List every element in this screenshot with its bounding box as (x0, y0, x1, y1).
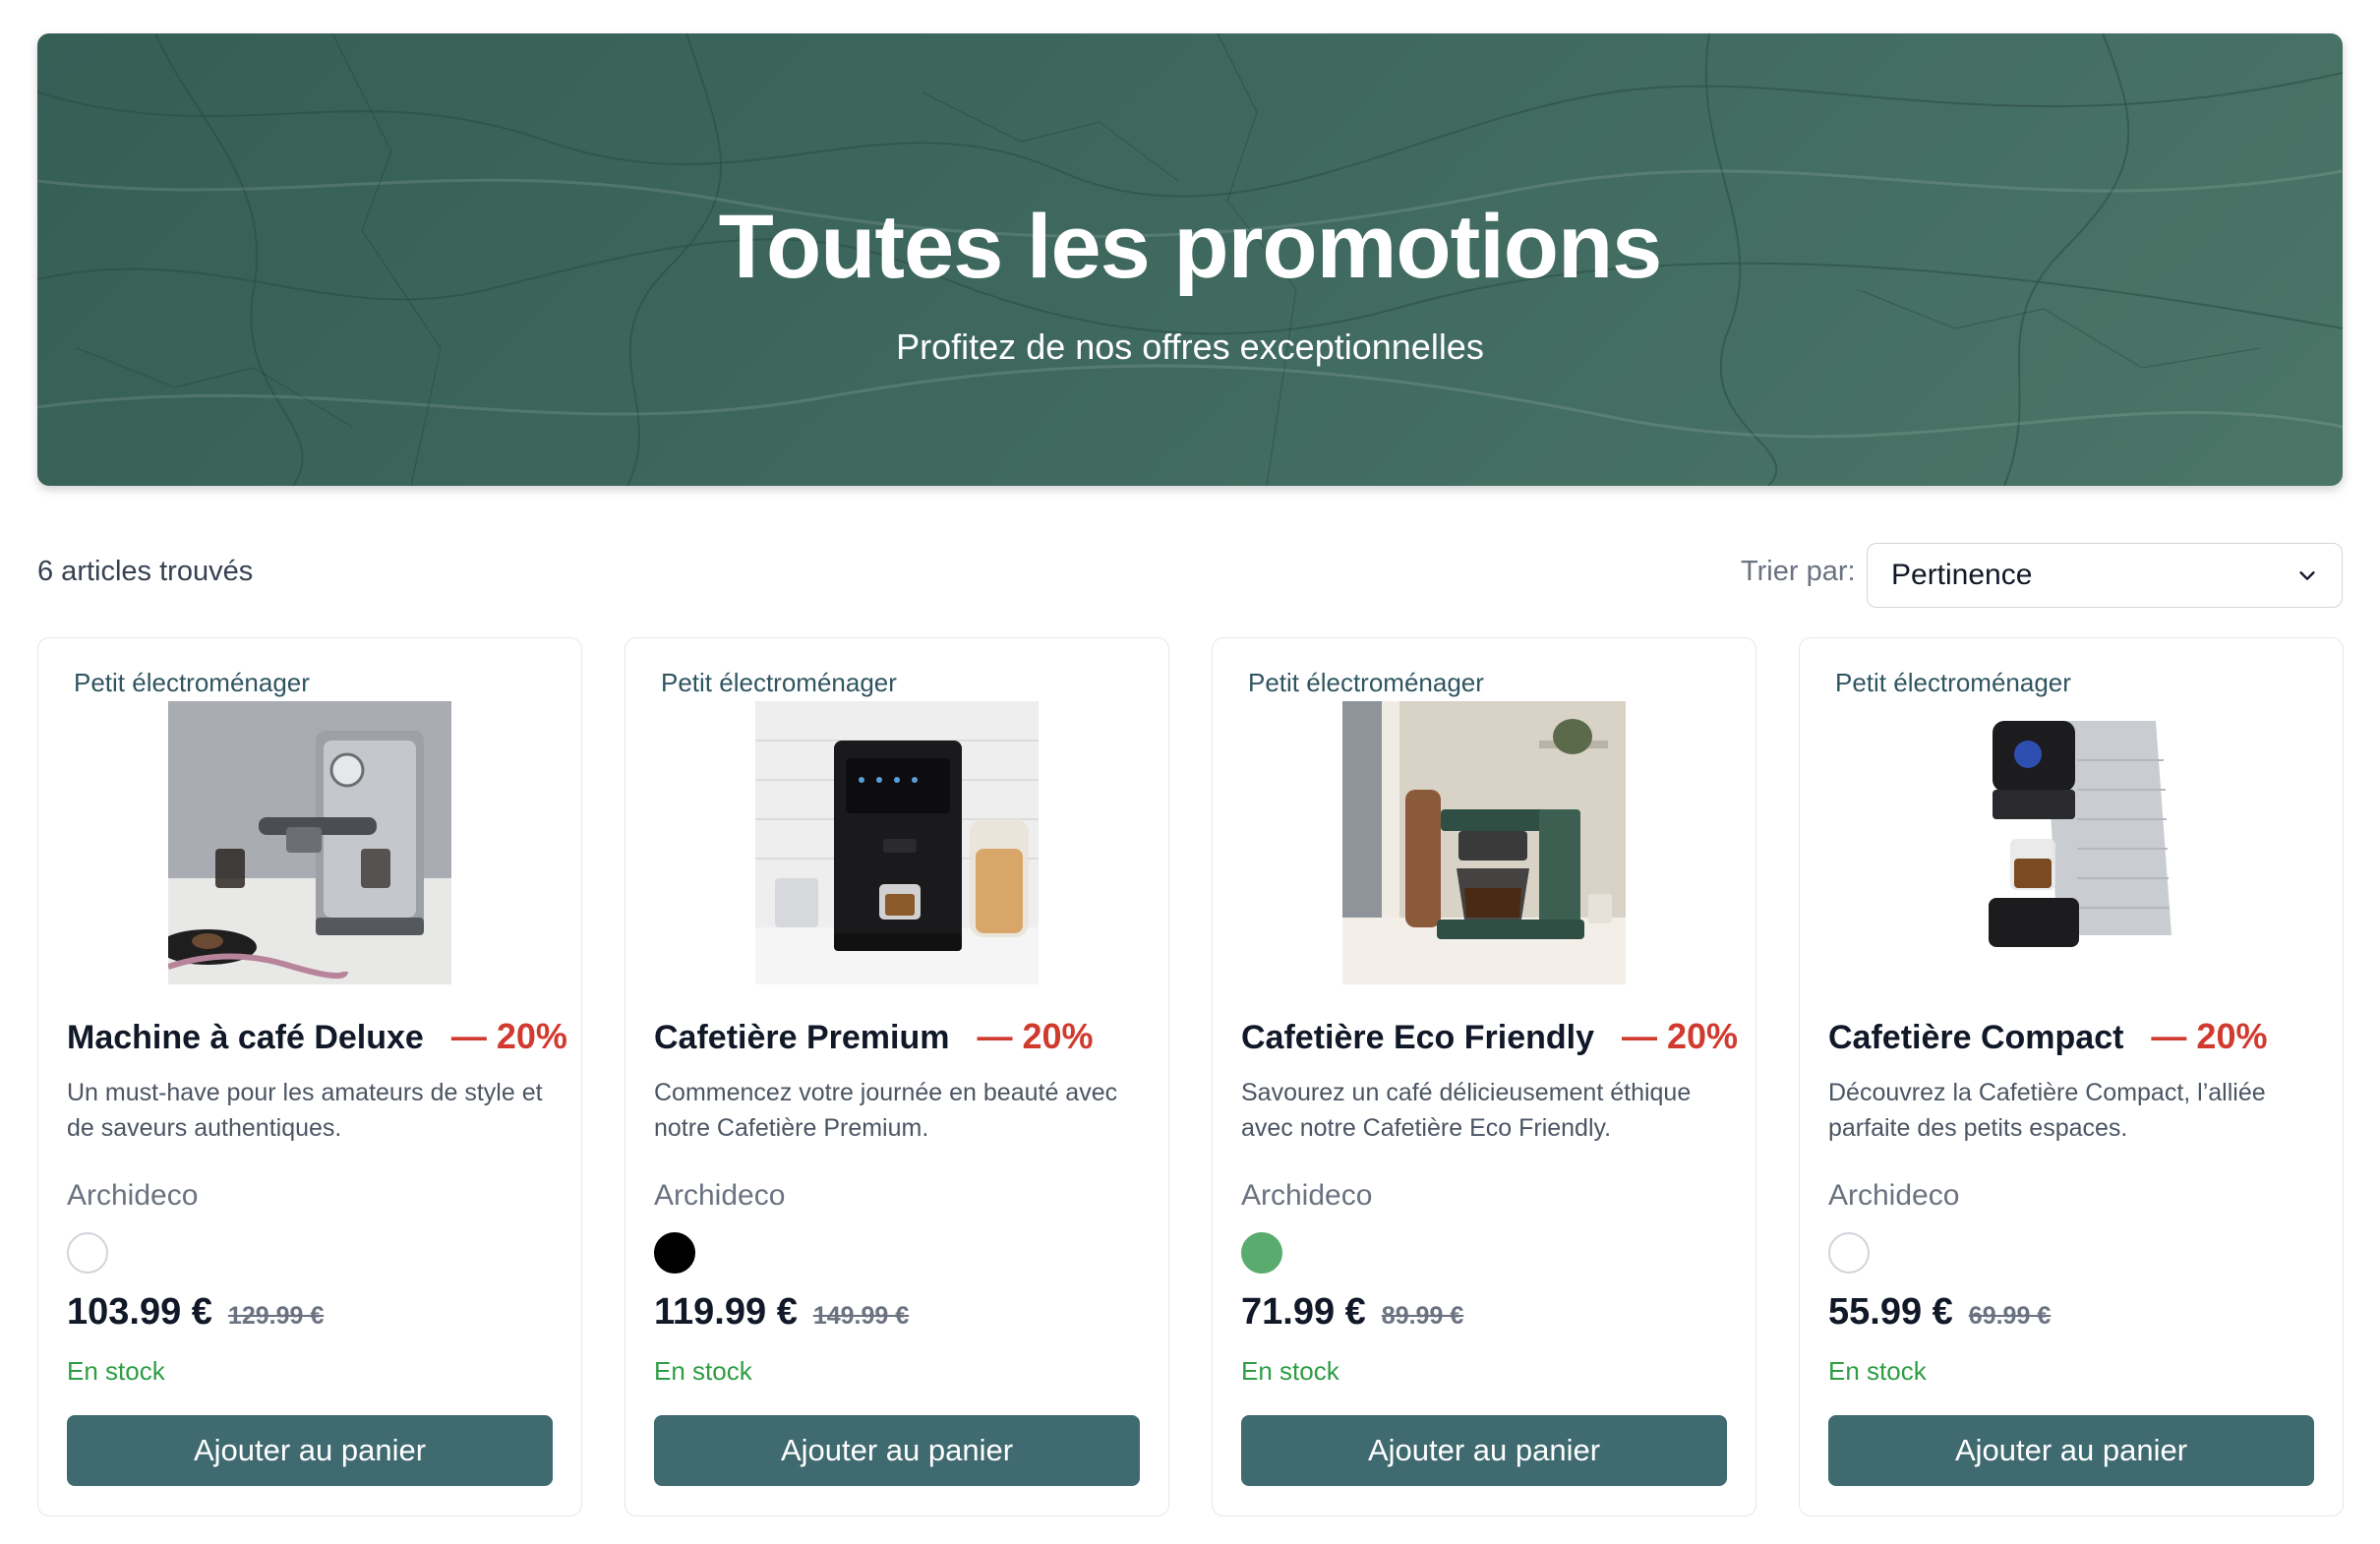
product-title-row: Cafetière Premium — 20% (654, 1016, 1094, 1057)
stock-status: En stock (1828, 1356, 1927, 1386)
product-category: Petit électroménager (661, 668, 897, 697)
promotions-page: Toutes les promotions Profitez de nos of… (0, 0, 2380, 1544)
drip-coffee-maker-image[interactable] (1342, 701, 1626, 984)
product-brand: Archideco (654, 1179, 786, 1212)
hero-banner: Toutes les promotions Profitez de nos of… (37, 33, 2343, 486)
sort-label: Trier par: (1741, 556, 1856, 587)
product-name[interactable]: Cafetière Premium (654, 1019, 949, 1057)
hero-subtitle: Profitez de nos offres exceptionnelles (896, 327, 1484, 367)
original-price: 69.99 € (1968, 1302, 2052, 1330)
current-price: 119.99 € (654, 1291, 798, 1333)
discount-badge: — 20% (977, 1016, 1094, 1056)
current-price: 55.99 € (1828, 1291, 1953, 1333)
price-row: 119.99 € 149.99 € (654, 1291, 909, 1334)
product-description: Découvrez la Cafetière Compact, l’alliée… (1828, 1079, 2266, 1142)
product-category: Petit électroménager (1248, 668, 1484, 697)
hero-title: Toutes les promotions (718, 197, 1663, 297)
product-description: Commencez votre journée en beauté avec n… (654, 1079, 1118, 1142)
original-price: 89.99 € (1381, 1302, 1464, 1330)
product-card[interactable]: Petit électroménager Cafetière Compact —… (1799, 637, 2344, 1516)
results-count: 6 articles trouvés (37, 556, 254, 587)
product-title-row: Cafetière Eco Friendly — 20% (1241, 1016, 1738, 1057)
stock-status: En stock (654, 1356, 752, 1386)
product-name[interactable]: Machine à café Deluxe (67, 1019, 424, 1057)
add-to-cart-button[interactable]: Ajouter au panier (67, 1415, 553, 1486)
color-swatch-white[interactable] (67, 1232, 108, 1274)
color-swatch-white[interactable] (1828, 1232, 1870, 1274)
product-name[interactable]: Cafetière Compact (1828, 1019, 2123, 1057)
sort-selected-value: Pertinence (1891, 559, 2033, 591)
chevron-down-icon (2299, 571, 2315, 580)
product-title-row: Cafetière Compact — 20% (1828, 1016, 2267, 1057)
capsule-machine-image[interactable] (1930, 701, 2213, 984)
product-brand: Archideco (67, 1179, 199, 1212)
product-description: Savourez un café délicieusement éthique … (1241, 1079, 1692, 1142)
product-title-row: Machine à café Deluxe — 20% (67, 1016, 567, 1057)
discount-badge: — 20% (1622, 1016, 1739, 1056)
discount-badge: — 20% (450, 1016, 567, 1056)
price-row: 55.99 € 69.99 € (1828, 1291, 2051, 1334)
add-to-cart-button[interactable]: Ajouter au panier (654, 1415, 1140, 1486)
add-to-cart-button[interactable]: Ajouter au panier (1241, 1415, 1727, 1486)
add-to-cart-button[interactable]: Ajouter au panier (1828, 1415, 2314, 1486)
product-name[interactable]: Cafetière Eco Friendly (1241, 1019, 1594, 1057)
product-card[interactable]: Petit électroménager Cafetière Premium —… (625, 637, 1169, 1516)
espresso-machine-image[interactable] (168, 701, 451, 984)
product-category: Petit électroménager (1835, 668, 2071, 697)
stock-status: En stock (67, 1356, 165, 1386)
current-price: 103.99 € (67, 1291, 212, 1333)
product-description: Un must-have pour les amateurs de style … (67, 1079, 543, 1142)
color-swatch-green[interactable] (1241, 1232, 1282, 1274)
color-swatch-black[interactable] (654, 1232, 695, 1274)
bean-to-cup-machine-image[interactable] (755, 701, 1039, 984)
product-category: Petit électroménager (74, 668, 310, 697)
product-brand: Archideco (1241, 1179, 1373, 1212)
original-price: 149.99 € (812, 1302, 910, 1330)
original-price: 129.99 € (227, 1302, 325, 1330)
price-row: 103.99 € 129.99 € (67, 1291, 324, 1334)
stock-status: En stock (1241, 1356, 1339, 1386)
sort-select[interactable]: Pertinence (1867, 543, 2343, 608)
product-brand: Archideco (1828, 1179, 1960, 1212)
current-price: 71.99 € (1241, 1291, 1366, 1333)
price-row: 71.99 € 89.99 € (1241, 1291, 1463, 1334)
product-card[interactable]: Petit électroménager Cafetière Eco Frien… (1212, 637, 1756, 1516)
discount-badge: — 20% (2151, 1016, 2268, 1056)
product-card[interactable]: Petit électroménager Machine à café Delu… (37, 637, 582, 1516)
